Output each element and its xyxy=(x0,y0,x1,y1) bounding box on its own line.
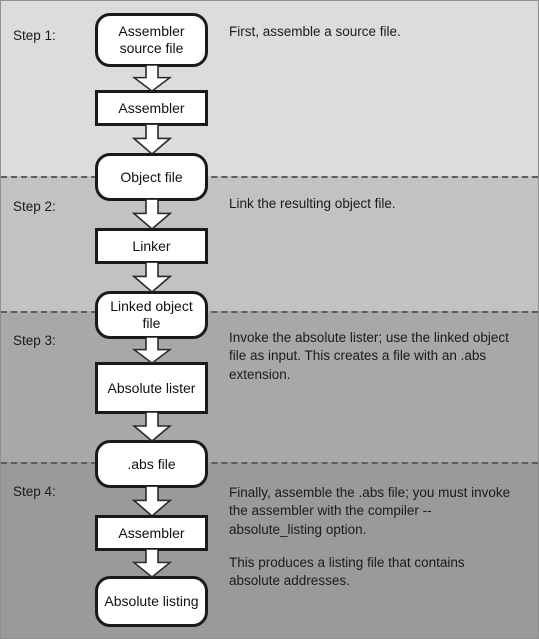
step-description-1: First, assemble a source file. xyxy=(229,23,519,41)
flowchart-diagram: Step 1: Step 2: Step 3: Step 4: First, a… xyxy=(0,0,539,639)
band-separator-3 xyxy=(1,462,538,464)
node-absolute-listing: Absolute listing xyxy=(95,576,208,627)
node-object-file: Object file xyxy=(95,153,208,201)
down-arrow-icon xyxy=(132,412,172,442)
step-label-3: Step 3: xyxy=(13,333,56,348)
node-assembler-2: Assembler xyxy=(95,515,208,551)
step-description-1-line-1: First, assemble a source file. xyxy=(229,24,401,39)
node-absolute-lister: Absolute lister xyxy=(95,362,208,414)
step-description-3-line-1: Invoke the absolute lister; use the link… xyxy=(229,330,509,382)
node-linked-object-file: Linked object file xyxy=(95,291,208,339)
down-arrow-icon xyxy=(132,549,172,578)
node-linker: Linker xyxy=(95,228,208,264)
down-arrow-icon xyxy=(132,199,172,230)
node-assembler-1: Assembler xyxy=(95,90,208,126)
node-abs-file: .abs file xyxy=(95,440,208,488)
band-separator-2 xyxy=(1,311,538,313)
step-description-4-line-1: Finally, assemble the .abs file; you mus… xyxy=(229,485,511,537)
step-description-4-line-2: This produces a listing file that contai… xyxy=(229,555,465,589)
band-separator-1 xyxy=(1,176,538,178)
step-description-4: Finally, assemble the .abs file; you mus… xyxy=(229,484,519,591)
down-arrow-icon xyxy=(132,486,172,517)
down-arrow-icon xyxy=(132,65,172,92)
step-description-3: Invoke the absolute lister; use the link… xyxy=(229,329,519,384)
down-arrow-icon xyxy=(132,262,172,293)
down-arrow-icon xyxy=(132,337,172,364)
step-label-1: Step 1: xyxy=(13,28,56,43)
node-assembler-source-file: Assembler source file xyxy=(95,13,208,67)
down-arrow-icon xyxy=(132,124,172,155)
step-label-2: Step 2: xyxy=(13,199,56,214)
step-description-2: Link the resulting object file. xyxy=(229,195,519,213)
step-label-4: Step 4: xyxy=(13,484,56,499)
step-description-2-line-1: Link the resulting object file. xyxy=(229,196,396,211)
